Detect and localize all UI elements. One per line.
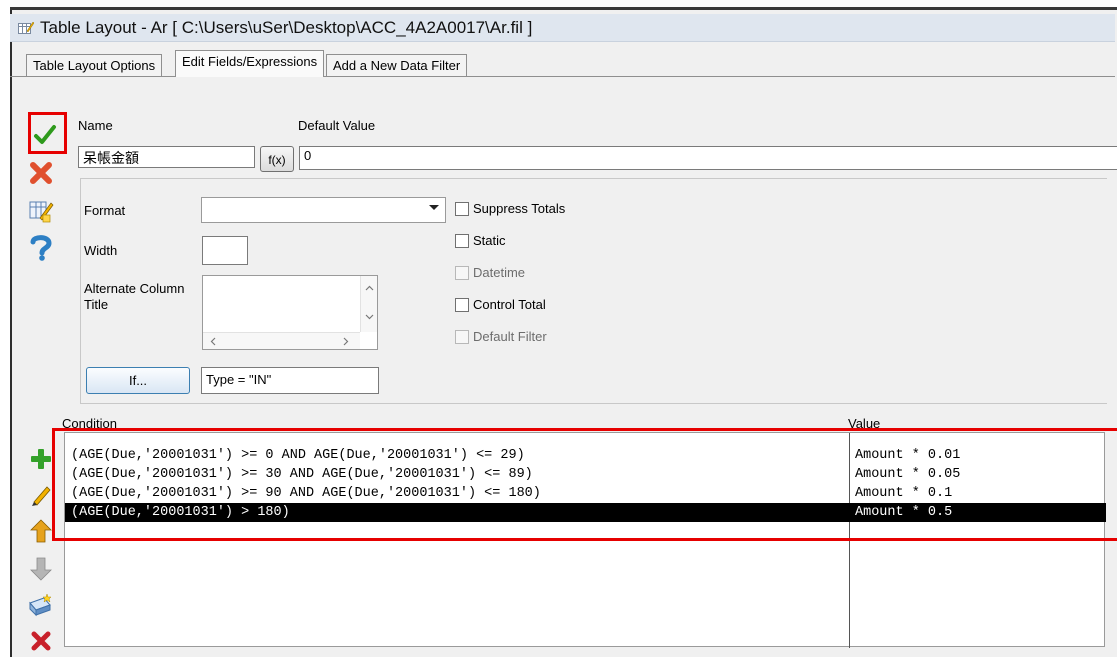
control-total-label: Control Total: [473, 297, 546, 312]
tab-add-data-filter[interactable]: Add a New Data Filter: [326, 54, 468, 76]
condition-cell: (AGE(Due,'20001031') >= 0 AND AGE(Due,'2…: [71, 448, 525, 463]
edit-table-button[interactable]: [26, 196, 56, 226]
scroll-left-icon: [210, 337, 216, 346]
alt-title-hscrollbar[interactable]: [203, 332, 360, 349]
name-input[interactable]: 呆帳金額: [78, 146, 255, 168]
cancel-button[interactable]: [26, 158, 56, 188]
help-button[interactable]: [26, 232, 56, 262]
static-checkbox[interactable]: [455, 234, 469, 248]
datetime-label: Datetime: [473, 265, 526, 280]
width-label: Width: [84, 243, 118, 258]
arrow-down-icon: [30, 557, 52, 581]
edit-condition-button[interactable]: [26, 480, 56, 510]
condition-cell: (AGE(Due,'20001031') >= 90 AND AGE(Due,'…: [71, 486, 541, 501]
table-row[interactable]: (AGE(Due,'20001031') >= 0 AND AGE(Due,'2…: [65, 446, 1106, 465]
title-bar: Table Layout - Ar [ C:\Users\uSer\Deskto…: [10, 14, 1115, 42]
format-label: Format: [84, 203, 126, 218]
window-title: Table Layout - Ar [ C:\Users\uSer\Deskto…: [40, 18, 533, 37]
table-row[interactable]: (AGE(Due,'20001031') >= 30 AND AGE(Due,'…: [65, 465, 1106, 484]
checkmark-icon: [34, 125, 56, 144]
condition-grid[interactable]: (AGE(Due,'20001031') >= 0 AND AGE(Due,'2…: [64, 432, 1106, 648]
table-row[interactable]: (AGE(Due,'20001031') >= 90 AND AGE(Due,'…: [65, 484, 1106, 503]
alt-title-label-line1: Alternate Column: [84, 281, 185, 296]
value-cell: Amount * 0.01: [855, 448, 961, 463]
if-condition-input[interactable]: Type = "IN": [201, 367, 379, 394]
width-input[interactable]: [202, 236, 248, 265]
condition-cell: (AGE(Due,'20001031') > 180): [71, 505, 290, 520]
value-cell: Amount * 0.5: [855, 505, 953, 520]
suppress-totals-checkbox[interactable]: [455, 202, 469, 216]
move-up-button[interactable]: [26, 516, 56, 546]
tab-strip: Table Layout Options Edit Fields/Express…: [10, 42, 1115, 80]
close-icon: [30, 162, 52, 184]
pencil-icon: [32, 486, 51, 506]
table-layout-icon: [18, 21, 34, 34]
default-value-input[interactable]: 0: [299, 146, 1117, 170]
arrow-up-icon: [30, 519, 52, 543]
edit-table-icon: [29, 201, 54, 223]
scroll-down-icon: [365, 314, 374, 320]
default-filter-label: Default Filter: [473, 329, 547, 344]
format-select[interactable]: [201, 197, 446, 223]
alt-title-label: Alternate Column Title: [84, 281, 184, 313]
static-label: Static: [473, 233, 506, 248]
paste-icon: [29, 593, 52, 617]
chevron-down-icon: [429, 205, 439, 210]
move-down-button[interactable]: [26, 554, 56, 584]
condition-column-header[interactable]: Condition: [62, 416, 117, 430]
screenshot-root: Table Layout - Ar [ C:\Users\uSer\Deskto…: [0, 0, 1117, 657]
accept-button[interactable]: [30, 120, 60, 150]
alt-title-vscrollbar[interactable]: [360, 276, 377, 332]
condition-cell: (AGE(Due,'20001031') >= 30 AND AGE(Due,'…: [71, 467, 533, 482]
delete-icon: [31, 631, 51, 651]
datetime-checkbox: [455, 266, 469, 280]
paste-condition-button[interactable]: [26, 590, 56, 620]
tab-edit-fields-expressions[interactable]: Edit Fields/Expressions: [175, 50, 325, 77]
suppress-totals-label: Suppress Totals: [473, 201, 566, 216]
scroll-up-icon: [365, 285, 374, 291]
scroll-right-icon: [343, 337, 349, 346]
control-total-checkbox[interactable]: [455, 298, 469, 312]
fx-button[interactable]: f(x): [260, 146, 294, 172]
name-label: Name: [78, 118, 113, 133]
default-filter-checkbox: [455, 330, 469, 344]
value-column-header[interactable]: Value: [848, 416, 880, 430]
alt-title-textarea[interactable]: [202, 275, 378, 350]
if-button[interactable]: If...: [86, 367, 190, 394]
help-icon: [30, 235, 52, 261]
alt-title-label-line2: Title: [84, 297, 109, 312]
value-cell: Amount * 0.05: [855, 467, 961, 482]
tab-table-layout-options[interactable]: Table Layout Options: [26, 54, 163, 76]
default-value-label: Default Value: [298, 118, 376, 133]
add-icon: [31, 449, 51, 469]
delete-condition-button[interactable]: [26, 626, 56, 656]
add-condition-button[interactable]: [26, 444, 56, 474]
table-row-selected[interactable]: (AGE(Due,'20001031') > 180) Amount * 0.5: [65, 503, 1106, 522]
value-cell: Amount * 0.1: [855, 486, 953, 501]
